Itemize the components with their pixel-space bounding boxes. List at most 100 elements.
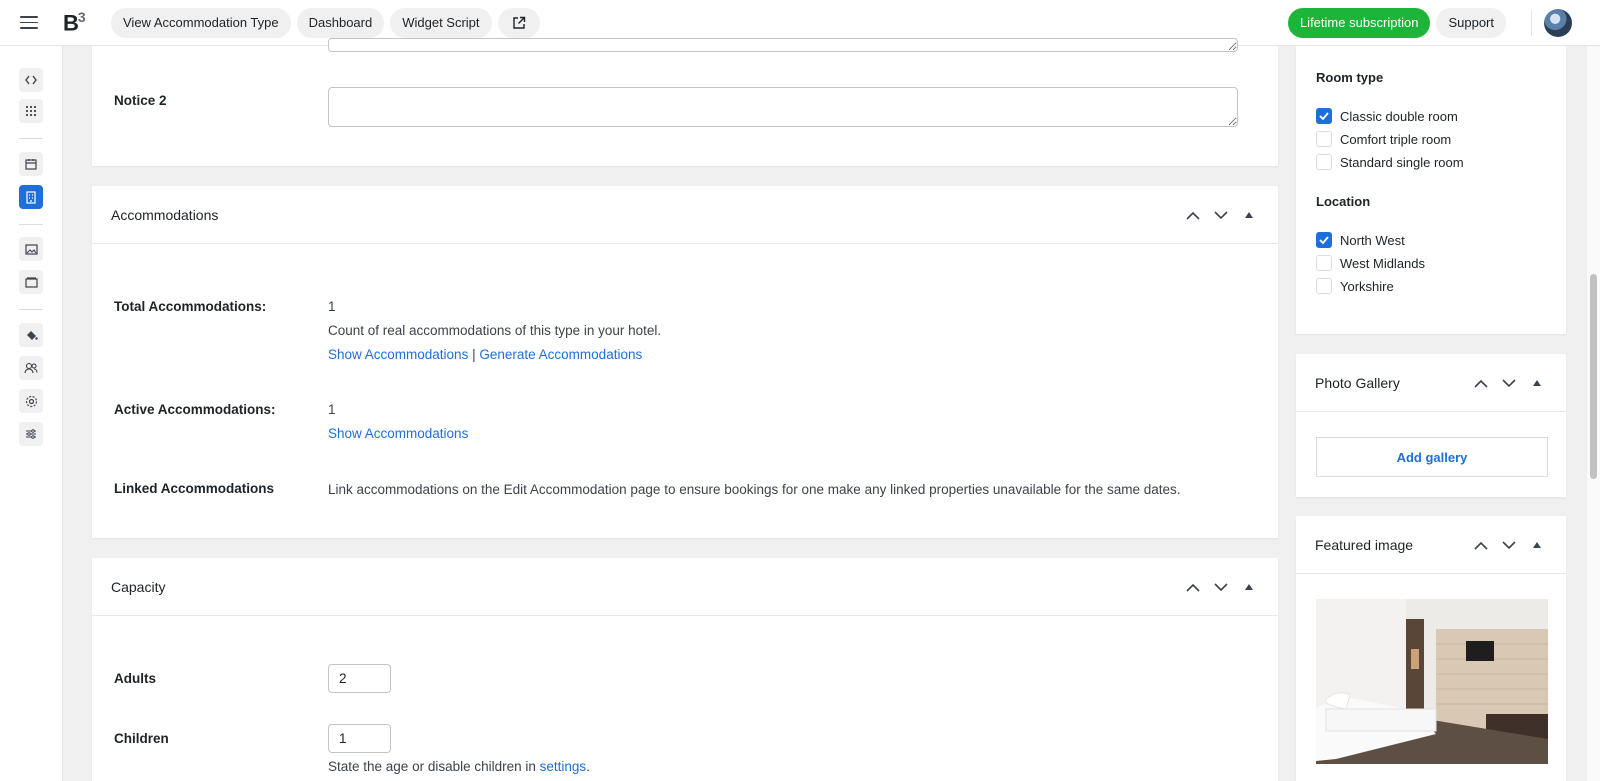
move-up-button[interactable] (1472, 536, 1490, 554)
move-down-button[interactable] (1212, 206, 1230, 224)
chevron-down-icon (1214, 210, 1228, 219)
location-title: Location (1316, 194, 1371, 209)
location-label: West Midlands (1340, 255, 1426, 271)
logo-superscript: 3 (77, 8, 86, 25)
children-description: State the age or disable children in set… (328, 759, 590, 774)
photo-gallery-header[interactable]: Photo Gallery (1296, 354, 1566, 412)
location-option[interactable]: North West (1316, 232, 1405, 248)
calendar-icon[interactable] (19, 152, 43, 176)
room-type-label: Comfort triple room (1340, 131, 1452, 147)
total-accommodations-label: Total Accommodations: (114, 299, 267, 314)
external-link-icon (512, 16, 525, 29)
apps-grid-icon[interactable] (19, 99, 43, 123)
rail-divider (19, 309, 43, 310)
photo-gallery-title: Photo Gallery (1315, 374, 1400, 391)
chevron-down-icon (1502, 378, 1516, 387)
move-up-button[interactable] (1184, 578, 1202, 596)
children-label: Children (114, 731, 169, 746)
collapse-toggle-button[interactable] (1240, 206, 1258, 224)
chevron-down-icon (1502, 540, 1516, 549)
location-label: Yorkshire (1340, 278, 1394, 294)
checkbox-checked[interactable] (1316, 232, 1332, 248)
code-icon[interactable] (19, 68, 43, 92)
triangle-up-icon (1245, 584, 1253, 590)
chevron-up-icon (1474, 379, 1488, 388)
featured-image-thumbnail[interactable] (1316, 599, 1548, 764)
move-up-button[interactable] (1472, 374, 1490, 392)
rail-divider (19, 224, 43, 225)
children-desc-text: State the age or disable children in (328, 759, 540, 774)
location-option[interactable]: West Midlands (1316, 255, 1425, 271)
checkbox[interactable] (1316, 255, 1332, 271)
view-accommodation-type-button[interactable]: View Accommodation Type (111, 7, 291, 38)
hotel-room-image (1316, 599, 1548, 764)
active-show-accommodations-link[interactable]: Show Accommodations (328, 426, 468, 441)
dashboard-button[interactable]: Dashboard (296, 7, 385, 38)
triangle-up-icon (1245, 212, 1253, 218)
linked-accommodations-description: Link accommodations on the Edit Accommod… (328, 482, 1181, 497)
avatar[interactable] (1544, 8, 1572, 37)
users-icon[interactable] (19, 356, 43, 380)
image-icon[interactable] (19, 237, 43, 261)
featured-image-header[interactable]: Featured image (1296, 516, 1566, 574)
total-accommodations-description: Count of real accommodations of this typ… (328, 323, 662, 338)
checkbox[interactable] (1316, 154, 1332, 170)
triangle-up-icon (1533, 542, 1541, 548)
notice-2-label: Notice 2 (114, 93, 167, 108)
move-down-button[interactable] (1500, 374, 1518, 392)
page-scrollbar-thumb[interactable] (1590, 274, 1597, 479)
show-accommodations-link[interactable]: Show Accommodations (328, 347, 468, 362)
sliders-icon[interactable] (19, 422, 43, 446)
notice-1-textarea[interactable] (328, 38, 1238, 52)
lifetime-subscription-button[interactable]: Lifetime subscription (1287, 7, 1431, 38)
room-type-option[interactable]: Classic double room (1316, 108, 1458, 124)
chevron-down-icon (1214, 582, 1228, 591)
accommodation-links: Show Accommodations | Generate Accommoda… (328, 347, 642, 362)
adults-input[interactable] (328, 664, 391, 693)
room-type-option[interactable]: Standard single room (1316, 154, 1464, 170)
link-separator: | (472, 347, 476, 362)
chevron-up-icon (1186, 211, 1200, 220)
capacity-panel-header[interactable]: Capacity (92, 558, 1278, 616)
chevron-up-icon (1474, 541, 1488, 550)
room-type-title: Room type (1316, 70, 1384, 85)
move-down-button[interactable] (1500, 536, 1518, 554)
move-up-button[interactable] (1184, 206, 1202, 224)
topbar-divider (1531, 9, 1532, 36)
paint-bucket-icon[interactable] (19, 323, 43, 347)
checkbox[interactable] (1316, 131, 1332, 147)
checkmark-icon (1319, 112, 1329, 120)
children-input[interactable] (328, 724, 391, 753)
checkbox-checked[interactable] (1316, 108, 1332, 124)
triangle-up-icon (1533, 380, 1541, 386)
window-icon[interactable] (19, 270, 43, 294)
checkmark-icon (1319, 236, 1329, 244)
external-link-button[interactable] (497, 7, 540, 38)
chevron-up-icon (1186, 583, 1200, 592)
total-accommodations-value: 1 (328, 299, 336, 314)
menu-icon[interactable] (15, 9, 43, 37)
widget-script-button[interactable]: Widget Script (390, 7, 492, 38)
settings-link[interactable]: settings (540, 759, 587, 774)
collapse-toggle-button[interactable] (1528, 374, 1546, 392)
generate-accommodations-link[interactable]: Generate Accommodations (479, 347, 642, 362)
collapse-toggle-button[interactable] (1240, 578, 1258, 596)
active-accommodations-value: 1 (328, 402, 336, 417)
location-label: North West (1340, 232, 1405, 248)
logo-letter: B (63, 10, 79, 36)
app-logo[interactable]: B3 (63, 9, 89, 36)
building-icon[interactable] (19, 185, 43, 209)
location-option[interactable]: Yorkshire (1316, 278, 1394, 294)
accommodations-panel-header[interactable]: Accommodations (92, 186, 1278, 244)
collapse-toggle-button[interactable] (1528, 536, 1546, 554)
gear-icon[interactable] (19, 389, 43, 413)
move-down-button[interactable] (1212, 578, 1230, 596)
room-type-option[interactable]: Comfort triple room (1316, 131, 1451, 147)
support-button[interactable]: Support (1436, 7, 1506, 38)
add-gallery-button[interactable]: Add gallery (1316, 437, 1548, 477)
active-accommodations-label: Active Accommodations: (114, 402, 276, 417)
capacity-panel: Capacity (92, 558, 1278, 781)
notice-2-textarea[interactable] (328, 87, 1238, 127)
capacity-title: Capacity (111, 578, 166, 595)
checkbox[interactable] (1316, 278, 1332, 294)
